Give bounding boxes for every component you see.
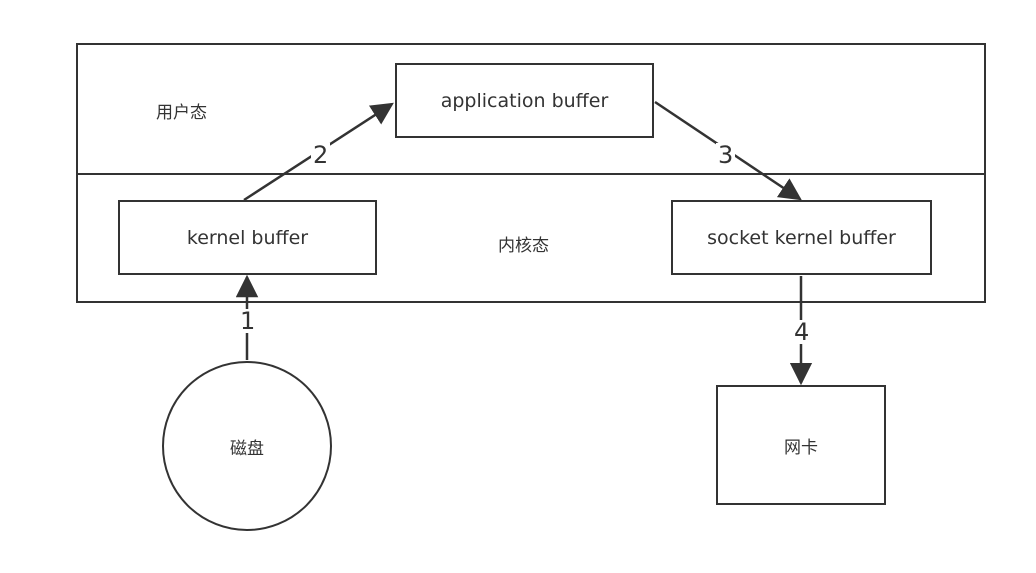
edge-label-1: 1	[238, 307, 258, 335]
kernel-buffer-node: kernel buffer	[118, 200, 377, 275]
nic-node: 网卡	[716, 385, 886, 505]
edge-label-2: 2	[311, 141, 331, 169]
disk-node: 磁盘	[162, 361, 332, 531]
edge-label-3: 3	[716, 141, 736, 169]
application-buffer-node: application buffer	[395, 63, 654, 138]
edge-label-4: 4	[792, 318, 812, 346]
socket-kernel-buffer-node: socket kernel buffer	[671, 200, 932, 275]
